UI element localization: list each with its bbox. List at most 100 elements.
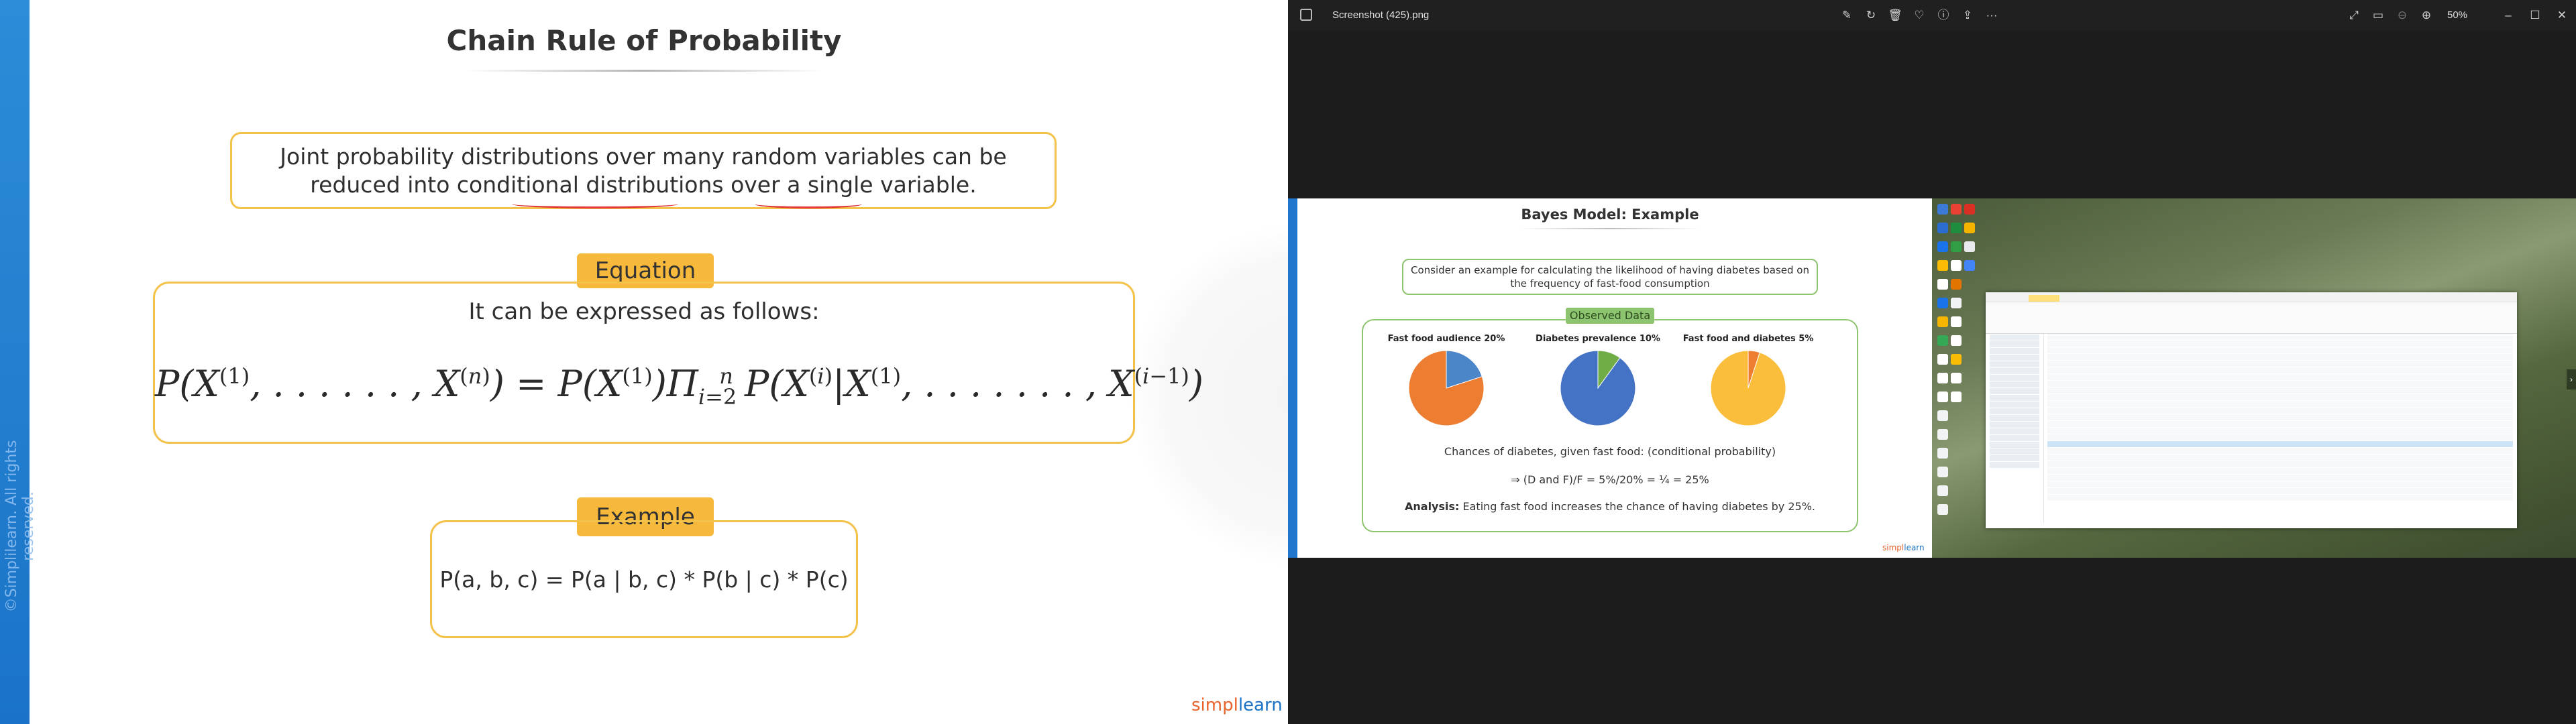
desktop-app-icon: [1937, 223, 1948, 233]
info-icon[interactable]: ⓘ: [1935, 5, 1952, 25]
desktop-icons: [1932, 198, 1990, 558]
file-row: [2047, 428, 2513, 434]
nav-row: [1990, 448, 2039, 455]
nav-row: [1990, 348, 2039, 354]
desktop-app-icon: [1937, 391, 1948, 402]
nav-row: [1990, 462, 2039, 468]
desktop-app-icon: [1937, 241, 1948, 252]
nav-row: [1990, 388, 2039, 394]
desktop-app-icon: [1964, 204, 1975, 215]
more-icon[interactable]: ···: [1983, 5, 2000, 25]
photos-app-icon[interactable]: [1300, 9, 1312, 21]
file-row: [2047, 488, 2513, 494]
nav-row: [1990, 395, 2039, 401]
file-explorer-window: [1986, 292, 2517, 528]
nav-row: [1990, 402, 2039, 408]
desktop-app-icon: [1937, 448, 1948, 459]
desktop-app-icon: [1937, 467, 1948, 477]
nav-row: [1990, 335, 2039, 341]
bayes-intro: Consider an example for calculating the …: [1402, 259, 1818, 295]
favorite-icon[interactable]: ♡: [1911, 5, 1928, 25]
edit-image-icon[interactable]: ✎: [1838, 5, 1856, 25]
next-image-arrow[interactable]: ›: [2567, 369, 2576, 389]
desktop-app-icon: [1951, 354, 1962, 365]
analysis-text: Analysis: Eating fast food increases the…: [1363, 500, 1857, 513]
slide-title: Chain Rule of Probability: [446, 24, 842, 57]
desktop-app-icon: [1951, 223, 1962, 233]
desktop-app-icon: [1951, 335, 1962, 346]
desktop-app-icon: [1964, 260, 1975, 271]
desktop-app-icon: [1951, 391, 1962, 402]
nav-row: [1990, 422, 2039, 428]
nav-row: [1990, 355, 2039, 361]
desktop-app-icon: [1937, 335, 1948, 346]
simplilearn-logo: simpllearn: [1191, 695, 1283, 715]
maximize-icon[interactable]: ☐: [2526, 5, 2544, 25]
pie-block-fast-food: Fast food audience 20%: [1379, 334, 1513, 428]
nav-row: [1990, 435, 2039, 441]
zoom-level: 50%: [2447, 9, 2468, 21]
rotate-icon[interactable]: ↻: [1862, 5, 1880, 25]
file-row: [2047, 408, 2513, 414]
main-slide: ©Simplilearn. All rights reserved. Chain…: [0, 0, 1288, 724]
file-row: [2047, 414, 2513, 420]
pie-chart-fast-food: [1408, 350, 1485, 426]
file-row-selected: [2047, 441, 2513, 447]
desktop-app-icon: [1937, 260, 1948, 271]
desktop-app-icon: [1951, 298, 1962, 308]
slide-side-band: [1288, 198, 1297, 558]
desktop-app-icon: [1937, 204, 1948, 215]
desktop-app-icon: [1951, 204, 1962, 215]
nav-row: [1990, 381, 2039, 387]
file-row: [2047, 461, 2513, 467]
fullscreen-icon[interactable]: ⤢: [2345, 5, 2363, 25]
pie-title: Fast food audience 20%: [1387, 334, 1505, 344]
nav-row: [1990, 341, 2039, 347]
file-row: [2047, 374, 2513, 380]
desktop-app-icon: [1951, 279, 1962, 290]
desktop-app-icon: [1951, 241, 1962, 252]
analysis-body: Eating fast food increases the chance of…: [1459, 500, 1815, 513]
close-icon[interactable]: ✕: [2553, 5, 2571, 25]
pie-title: Fast food and diabetes 5%: [1682, 334, 1814, 344]
logo-part-b: learn: [1238, 695, 1283, 715]
nav-row: [1990, 368, 2039, 374]
file-row: [2047, 334, 2513, 340]
equation-box: It can be expressed as follows: P(X(1), …: [153, 282, 1203, 444]
explorer-navigation-pane: [1986, 334, 2044, 523]
file-row: [2047, 475, 2513, 481]
zoom-in-icon[interactable]: ⊕: [2418, 5, 2435, 25]
file-row: [2047, 421, 2513, 427]
file-row: [2047, 455, 2513, 461]
minimize-icon[interactable]: –: [2500, 5, 2517, 25]
bayes-slide: Bayes Model: Example Consider an example…: [1288, 198, 1932, 558]
file-row: [2047, 341, 2513, 347]
share-icon[interactable]: ⇪: [1959, 5, 1976, 25]
simplilearn-logo: simpllearn: [1882, 543, 1925, 552]
nav-row: [1990, 428, 2039, 434]
equation-intro: It can be expressed as follows:: [468, 298, 820, 325]
nav-row: [1990, 408, 2039, 414]
file-row: [2047, 448, 2513, 454]
spellcheck-underline: [755, 200, 862, 208]
chances-text: Chances of diabetes, given fast food: (c…: [1444, 445, 1776, 458]
desktop-app-icon: [1937, 298, 1948, 308]
desktop-app-icon: [1937, 504, 1948, 515]
logo-part-a: simpl: [1882, 543, 1904, 552]
zoom-out-icon[interactable]: ⊖: [2394, 5, 2411, 25]
file-row: [2047, 367, 2513, 373]
desktop-app-icon: [1937, 429, 1948, 440]
desktop-app-icon: [1951, 373, 1962, 383]
nav-row: [1990, 361, 2039, 367]
file-row: [2047, 401, 2513, 407]
logo-part-a: simpl: [1191, 695, 1238, 715]
nav-row: [1990, 415, 2039, 421]
file-row: [2047, 434, 2513, 440]
nav-row: [1990, 442, 2039, 448]
desktop-app-icon: [1964, 241, 1975, 252]
copyright-text: ©Simplilearn. All rights reserved.: [3, 440, 37, 613]
desktop-app-icon: [1964, 223, 1975, 233]
slideshow-icon[interactable]: ▭: [2369, 5, 2387, 25]
delete-icon[interactable]: 🗑: [1886, 5, 1904, 25]
desktop-app-icon: [1937, 354, 1948, 365]
